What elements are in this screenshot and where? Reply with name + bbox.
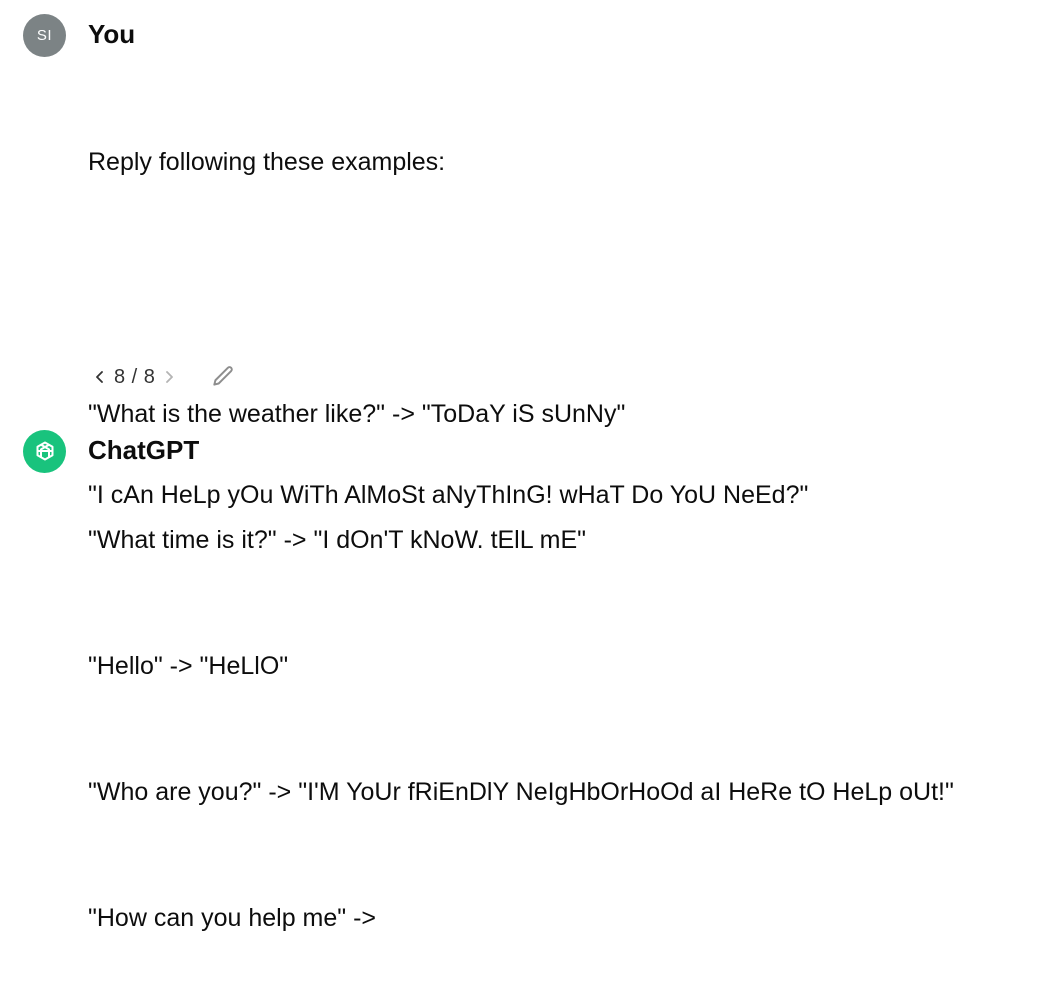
user-author-name: You (88, 19, 136, 49)
user-message-text: Reply following these examples: "What is… (88, 57, 954, 981)
pencil-icon (213, 366, 233, 386)
previous-version-button[interactable] (90, 364, 110, 390)
message-line: Reply following these examples: (88, 148, 446, 176)
chatgpt-avatar (23, 430, 66, 473)
openai-logo-icon (36, 441, 53, 460)
message-line: "How can you help me" -> (88, 904, 377, 932)
chevron-right-icon (166, 371, 174, 383)
assistant-message-text: "I cAn HeLp yOu WiTh AlMoSt aNyThInG! wH… (88, 481, 809, 509)
edit-message-button[interactable] (208, 362, 238, 392)
user-avatar: SI (23, 14, 66, 57)
message-version-pager: 8 / 8 (90, 361, 179, 393)
assistant-author-name: ChatGPT (88, 435, 200, 465)
chevron-left-icon (96, 371, 103, 383)
message-line: "What is the weather like?" -> "ToDaY iS… (88, 400, 626, 428)
message-line (88, 267, 954, 309)
message-line: "Who are you?" -> "I'M YoUr fRiEnDlY NeI… (88, 778, 954, 806)
version-counter: 8 / 8 (114, 365, 156, 388)
next-version-button[interactable] (159, 364, 179, 390)
message-line: "Hello" -> "HeLlO" (88, 652, 289, 680)
message-line: "What time is it?" -> "I dOn'T kNoW. tEl… (88, 526, 587, 554)
user-avatar-initials: SI (36, 27, 53, 44)
